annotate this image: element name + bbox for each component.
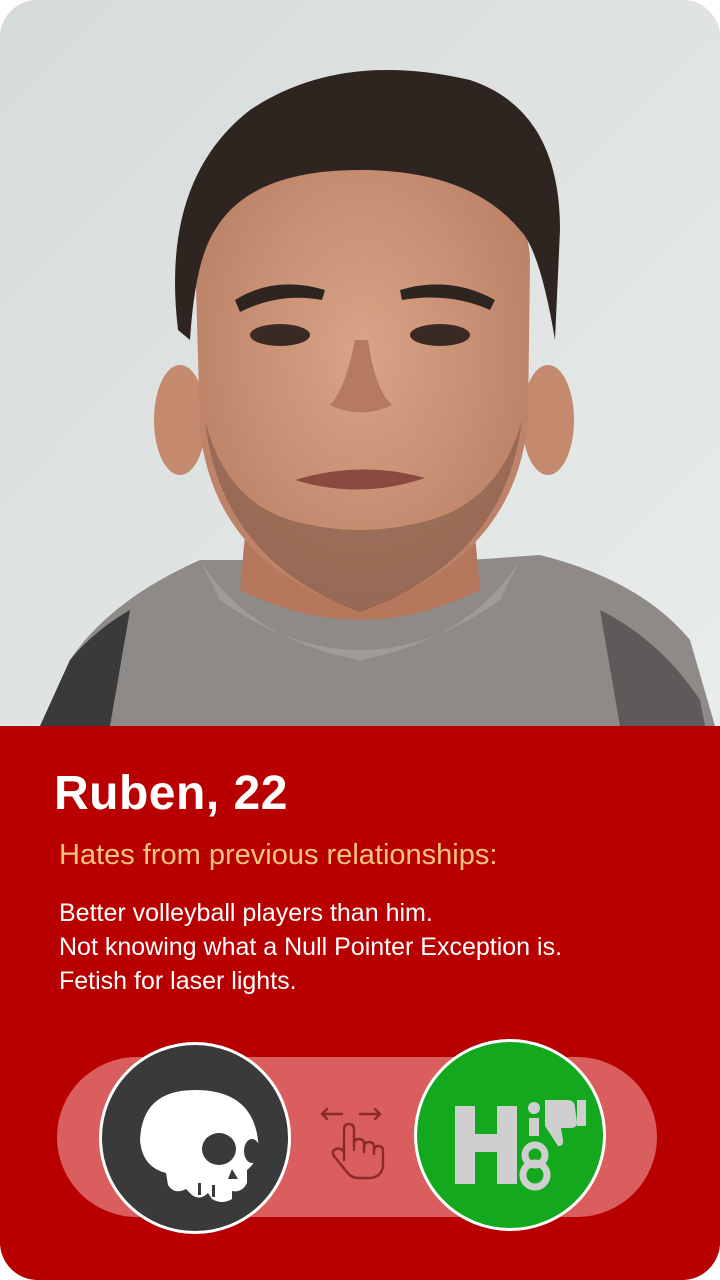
profile-info-panel: Ruben, 22 Hates from previous relationsh… xyxy=(0,726,720,1280)
swipe-hand-icon xyxy=(318,1104,390,1180)
accept-button[interactable] xyxy=(414,1039,606,1231)
profile-card[interactable]: Ruben, 22 Hates from previous relationsh… xyxy=(0,0,720,1280)
hates-section-title: Hates from previous relationships: xyxy=(59,839,498,871)
hate-item: Better volleyball players than him. xyxy=(59,899,433,927)
h8-thumbs-down-icon xyxy=(455,1100,586,1191)
hates-list: Better volleyball players than him. Not … xyxy=(59,896,562,998)
hate-item: Fetish for laser lights. xyxy=(59,967,297,995)
profile-photo xyxy=(0,0,720,726)
hate-item: Not knowing what a Null Pointer Exceptio… xyxy=(59,933,563,961)
reject-button[interactable] xyxy=(99,1042,291,1234)
skull-icon xyxy=(140,1090,260,1202)
profile-name-age: Ruben, 22 xyxy=(54,767,288,820)
